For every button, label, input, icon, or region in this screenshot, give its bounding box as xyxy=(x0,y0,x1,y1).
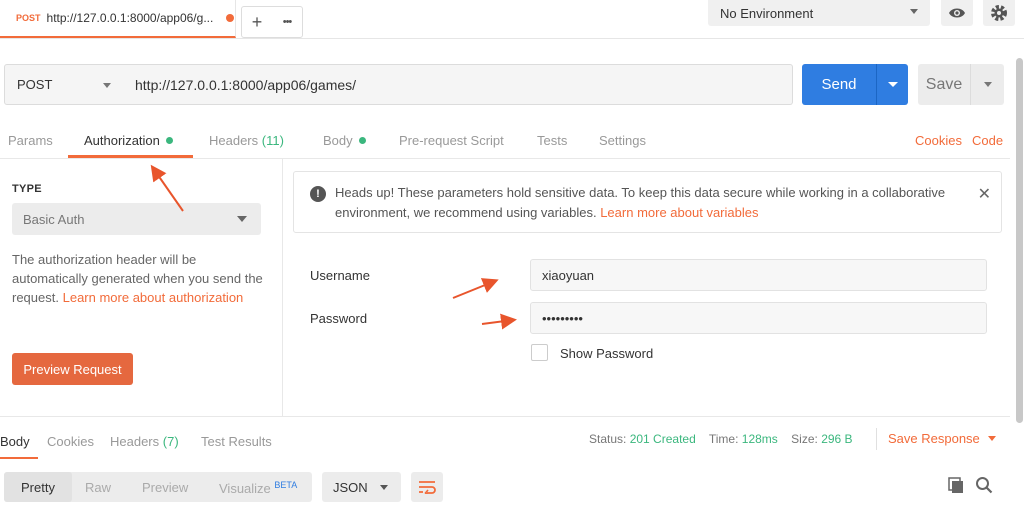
view-preview-button[interactable]: Preview xyxy=(142,480,188,495)
active-tab-indicator xyxy=(0,457,38,459)
tab-settings[interactable]: Settings xyxy=(599,133,646,157)
password-input[interactable] xyxy=(530,302,987,334)
tab-tests[interactable]: Tests xyxy=(537,133,567,157)
response-tab-headers-count: (7) xyxy=(162,434,179,449)
save-button-group: Save xyxy=(918,64,1004,105)
response-tab-cookies[interactable]: Cookies xyxy=(47,434,94,449)
response-tab-body[interactable]: Body xyxy=(0,434,30,449)
size-value[interactable]: 296 B xyxy=(821,432,852,446)
response-tab-headers-label: Headers xyxy=(110,434,160,449)
active-dot-icon xyxy=(165,137,173,144)
tab-strip: POST http://127.0.0.1:8000/app06/g... + … xyxy=(0,0,1024,39)
chevron-down-icon xyxy=(987,436,996,441)
search-icon[interactable] xyxy=(975,476,993,494)
scrollbar[interactable] xyxy=(1016,58,1023,423)
request-tab[interactable]: POST http://127.0.0.1:8000/app06/g... xyxy=(0,0,236,38)
auth-type-value: Basic Auth xyxy=(23,211,85,227)
tab-params[interactable]: Params xyxy=(8,133,53,157)
tab-prerequest-script[interactable]: Pre-request Script xyxy=(399,133,504,157)
method-select[interactable]: POST xyxy=(4,64,124,105)
annotation-arrow xyxy=(452,278,499,299)
send-button[interactable]: Send xyxy=(802,64,876,105)
chevron-down-icon xyxy=(103,83,111,88)
wrap-icon xyxy=(419,481,436,494)
auth-description: The authorization header will be automat… xyxy=(12,250,267,307)
status-value[interactable]: 201 Created xyxy=(630,432,696,446)
show-password-label: Show Password xyxy=(560,346,654,361)
response-tab-test-results[interactable]: Test Results xyxy=(201,434,272,449)
tab-body-label: Body xyxy=(323,133,353,148)
save-button[interactable]: Save xyxy=(918,64,970,105)
save-response-label: Save Response xyxy=(888,431,980,446)
chevron-down-icon xyxy=(910,9,918,14)
more-tabs-button[interactable]: ••• xyxy=(272,7,302,37)
tab-headers-count: (11) xyxy=(261,133,284,148)
divider xyxy=(0,416,1010,417)
divider xyxy=(282,159,283,416)
annotation-arrow xyxy=(481,313,517,330)
save-options-button[interactable] xyxy=(970,64,1004,105)
view-pretty-button[interactable]: Pretty xyxy=(4,472,72,502)
save-response-button[interactable]: Save Response xyxy=(888,431,996,446)
type-label: TYPE xyxy=(12,183,42,195)
environment-select[interactable]: No Environment xyxy=(708,0,930,26)
tab-actions: + ••• xyxy=(241,6,303,38)
wrap-lines-button[interactable] xyxy=(411,472,443,502)
tab-headers-label: Headers xyxy=(209,133,259,148)
chevron-down-icon xyxy=(887,82,898,87)
divider xyxy=(876,428,877,450)
status-label: Status: xyxy=(589,432,627,446)
request-tab-url: http://127.0.0.1:8000/app06/g... xyxy=(46,11,214,25)
notice-text: Heads up! These parameters hold sensitiv… xyxy=(335,183,975,223)
gear-icon xyxy=(991,5,1007,21)
show-password-checkbox[interactable] xyxy=(531,344,548,361)
tab-authorization-label: Authorization xyxy=(84,133,160,148)
url-input[interactable] xyxy=(123,64,793,105)
tab-authorization[interactable]: Authorization xyxy=(84,133,173,157)
copy-icon[interactable] xyxy=(947,476,965,494)
unsaved-dot-icon xyxy=(225,14,234,22)
username-input[interactable] xyxy=(530,259,987,291)
request-tab-method: POST xyxy=(16,13,41,23)
format-select[interactable]: JSON xyxy=(322,472,401,502)
tab-headers[interactable]: Headers (11) xyxy=(209,133,284,157)
format-value: JSON xyxy=(333,479,368,495)
settings-button[interactable] xyxy=(983,0,1015,26)
visualize-label: Visualize xyxy=(219,481,271,496)
password-label: Password xyxy=(310,311,368,326)
learn-more-authorization-link[interactable]: Learn more about authorization xyxy=(63,290,244,305)
chevron-down-icon xyxy=(237,216,247,222)
time-label: Time: xyxy=(708,432,739,446)
active-dot-icon xyxy=(358,137,366,144)
send-options-button[interactable] xyxy=(876,64,908,105)
environment-selected: No Environment xyxy=(720,5,814,21)
eye-icon xyxy=(949,8,965,18)
preview-request-button[interactable]: Preview Request xyxy=(12,353,133,385)
tab-body[interactable]: Body xyxy=(323,133,366,157)
response-tab-headers[interactable]: Headers (7) xyxy=(110,434,179,449)
close-icon[interactable]: ✕ xyxy=(978,184,991,204)
time-value[interactable]: 128ms xyxy=(742,432,778,446)
view-visualize-button[interactable]: Visualize BETA xyxy=(219,480,297,496)
cookies-link[interactable]: Cookies xyxy=(915,133,962,157)
environment-quick-look-button[interactable] xyxy=(941,0,973,26)
send-button-group: Send xyxy=(802,64,908,105)
new-tab-button[interactable]: + xyxy=(242,7,272,37)
chevron-down-icon xyxy=(380,485,388,490)
divider xyxy=(0,158,1010,159)
learn-more-variables-link[interactable]: Learn more about variables xyxy=(600,205,758,220)
chevron-down-icon xyxy=(983,82,992,87)
view-raw-button[interactable]: Raw xyxy=(85,480,111,495)
username-label: Username xyxy=(310,268,370,283)
method-value: POST xyxy=(17,77,53,92)
beta-badge: BETA xyxy=(274,480,298,490)
sensitive-data-notice: ! Heads up! These parameters hold sensit… xyxy=(293,171,1002,233)
auth-type-select[interactable]: Basic Auth xyxy=(12,203,261,235)
response-status: Status: 201 Created Time: 128ms Size: 29… xyxy=(589,432,853,446)
warning-icon: ! xyxy=(310,186,326,202)
size-label: Size: xyxy=(791,432,818,446)
code-link[interactable]: Code xyxy=(972,133,1003,157)
